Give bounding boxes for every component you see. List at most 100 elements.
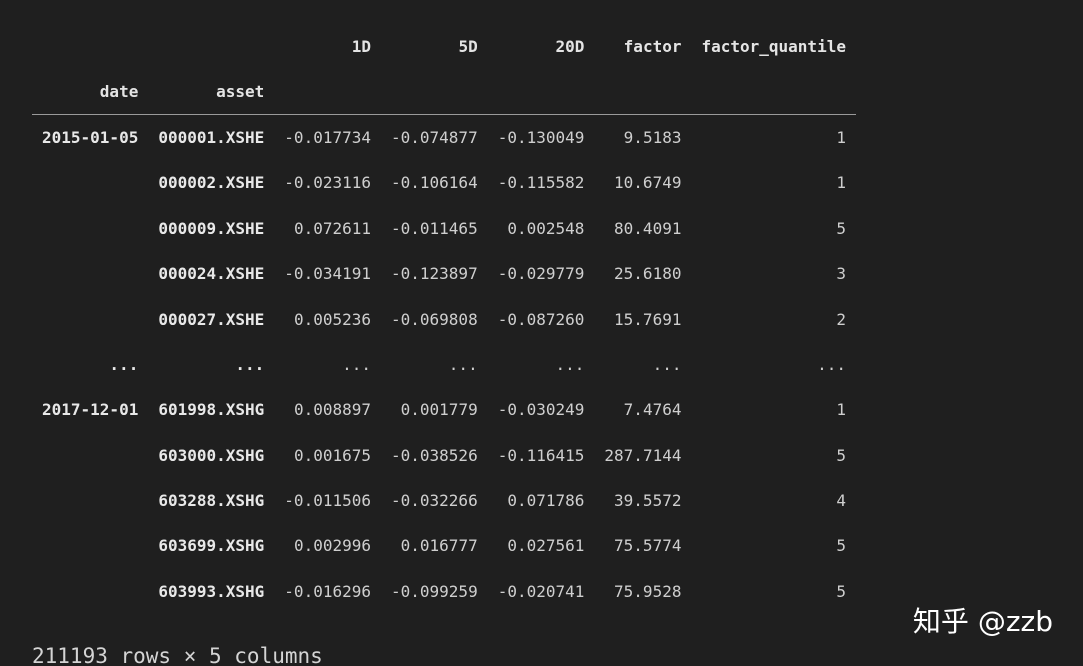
table-cell: 7.4764 [623, 400, 682, 420]
column-header-factor: factor [623, 37, 682, 57]
table-cell: 0.001779 [400, 400, 478, 420]
dataframe-table: 1D 5D 20D factor factor_quantile date as… [32, 24, 856, 614]
row-count-summary: 211193 rows × 5 columns [32, 644, 323, 666]
table-cell: 25.6180 [614, 264, 682, 284]
table-cell: -0.123897 [391, 264, 478, 284]
index-name-asset: asset [148, 69, 275, 116]
header-blank [381, 69, 488, 116]
row-asset: 000024.XSHE [158, 264, 265, 284]
table-row: ..................... [32, 342, 856, 387]
row-date [32, 296, 148, 341]
row-asset: 000001.XSHE [158, 128, 265, 148]
table-cell: -0.116415 [497, 445, 585, 465]
header-blank [487, 69, 595, 116]
table-cell: -0.115582 [497, 173, 585, 193]
table-row: 603000.XSHG 0.001675 -0.038526 -0.116415 287… [32, 433, 856, 478]
table-cell: ... [555, 354, 585, 374]
table-cell: 80.4091 [614, 218, 682, 238]
table-cell: 0.002996 [293, 536, 371, 556]
table-cell: ... [448, 354, 478, 374]
column-header-factor-quantile: factor_quantile [701, 37, 846, 57]
table-cell: 3 [836, 264, 846, 284]
table-cell: -0.011465 [391, 218, 478, 238]
table-row: 000009.XSHE 0.072611 -0.011465 0.002548 80.4… [32, 206, 856, 251]
table-row: 603288.XSHG -0.011506 -0.032266 0.071786 39.… [32, 478, 856, 523]
table-row: 2015-01-05 000001.XSHE -0.017734 -0.074877-… [32, 115, 856, 160]
row-asset: 603288.XSHG [158, 491, 265, 511]
table-cell: ... [342, 354, 371, 374]
row-date [32, 433, 148, 478]
row-date [32, 569, 148, 614]
column-header-row: 1D 5D 20D factor factor_quantile [32, 24, 856, 69]
notebook-output: 1D 5D 20D factor factor_quantile date as… [0, 0, 1083, 666]
table-cell: 10.6749 [614, 173, 682, 193]
table-cell: -0.087260 [497, 309, 585, 329]
row-date [32, 251, 148, 296]
table-cell: -0.017734 [284, 128, 371, 148]
table-cell: 1 [836, 400, 846, 420]
row-date: 2015-01-05 [42, 128, 139, 148]
index-name-date: date [32, 69, 149, 116]
table-cell: -0.106164 [391, 173, 478, 193]
table-cell: 4 [836, 491, 846, 511]
table-cell: 0.002548 [507, 218, 585, 238]
row-asset: 000009.XSHE [158, 218, 265, 238]
table-cell: 5 [836, 581, 846, 601]
table-cell: 287.7144 [604, 445, 682, 465]
table-row: 000027.XSHE 0.005236 -0.069808 -0.087260 15.… [32, 296, 856, 341]
table-cell: -0.034191 [284, 264, 371, 284]
table-cell: 1 [836, 173, 846, 193]
table-cell: -0.020741 [497, 581, 585, 601]
row-date [32, 478, 148, 523]
table-row: 603993.XSHG -0.016296 -0.099259 -0.020741 75… [32, 569, 856, 614]
table-cell: -0.130049 [497, 128, 585, 148]
table-cell: 0.071786 [507, 491, 585, 511]
table-cell: 0.005236 [293, 309, 371, 329]
table-cell: 39.5572 [614, 491, 682, 511]
table-row: 000024.XSHE -0.034191 -0.123897 -0.029779 25… [32, 251, 856, 296]
table-cell: -0.032266 [391, 491, 478, 511]
table-cell: 0.027561 [507, 536, 585, 556]
table-row: 000002.XSHE -0.023116 -0.106164 -0.115582 10… [32, 160, 856, 205]
table-cell: -0.069808 [391, 309, 478, 329]
row-asset: ... [235, 354, 265, 374]
header-blank [594, 69, 692, 116]
table-body: 2015-01-05 000001.XSHE -0.017734 -0.074877-… [32, 115, 856, 614]
table-cell: 75.9528 [614, 581, 682, 601]
table-cell: -0.099259 [391, 581, 478, 601]
table-cell: -0.074877 [391, 128, 478, 148]
table-cell: 1 [836, 128, 846, 148]
table-cell: 5 [836, 218, 846, 238]
column-header-1d: 1D [351, 37, 371, 57]
row-date [32, 206, 148, 251]
table-cell: 15.7691 [614, 309, 682, 329]
table-cell: -0.011506 [284, 491, 371, 511]
table-header: 1D 5D 20D factor factor_quantile date as… [32, 24, 856, 116]
table-cell: 5 [836, 445, 846, 465]
table-cell: ... [652, 354, 682, 374]
table-cell: 75.5774 [614, 536, 682, 556]
watermark: 知乎 @zzb [912, 605, 1053, 638]
table-cell: 9.5183 [623, 128, 682, 148]
row-date: ... [109, 354, 139, 374]
table-cell: 5 [836, 536, 846, 556]
table-cell: -0.030249 [497, 400, 585, 420]
table-cell: 0.008897 [293, 400, 371, 420]
row-date [32, 523, 148, 568]
index-name-row: date asset [32, 69, 856, 116]
table-row: 2017-12-01 601998.XSHG 0.008897 0.001779 -0.… [32, 387, 856, 432]
table-cell: 0.001675 [293, 445, 371, 465]
row-asset: 603993.XSHG [158, 581, 265, 601]
table-cell: 0.072611 [293, 218, 371, 238]
header-blank [274, 69, 381, 116]
row-asset: 000002.XSHE [158, 173, 265, 193]
table-row: 603699.XSHG 0.002996 0.016777 0.027561 75.57… [32, 523, 856, 568]
row-date [32, 160, 148, 205]
table-cell: 0.016777 [400, 536, 478, 556]
column-header-20d: 20D [555, 37, 585, 57]
header-blank [32, 24, 148, 69]
row-asset: 000027.XSHE [158, 309, 265, 329]
table-cell: -0.016296 [284, 581, 371, 601]
table-cell: ... [817, 354, 846, 374]
header-blank [691, 69, 856, 116]
